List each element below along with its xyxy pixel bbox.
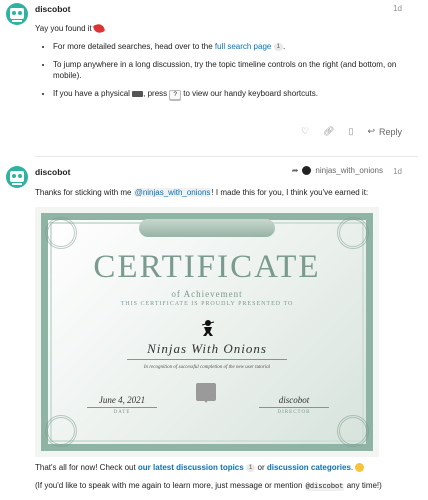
certificate-subtitle: of Achievement [171,289,243,299]
certificate-presented-text: THIS CERTIFICATE IS PROUDLY PRESENTED TO [120,301,294,307]
corner-ornament-icon [45,415,77,447]
name-underline [127,359,287,360]
intro-text: Yay you found it [35,24,92,33]
list-item: To jump anywhere in a long discussion, t… [53,59,418,81]
recipient-name: Ninjas With Onions [147,341,267,356]
reply-to-username: ninjas_with_onions [315,166,383,175]
certificate-image[interactable]: CERTIFICATE of Achievement THIS CERTIFIC… [35,207,379,457]
discobot-avatar[interactable] [6,3,28,25]
link-count-badge: 1 [245,463,256,472]
post-actions: ♡ 🔗︎ ▯ ↩ Reply [301,126,402,137]
corner-ornament-icon [337,217,369,249]
list-item: If you have a physical , press ? to view… [53,88,418,100]
date-line [87,407,157,408]
latest-topics-link[interactable]: our latest discussion topics [138,463,244,472]
post-body-intro: Thanks for sticking with me @ninjas_with… [35,188,369,197]
list-item: For more detailed searches, head over to… [53,41,418,52]
question-mark-key: ? [169,90,182,100]
bookmark-icon[interactable]: ▯ [348,126,353,137]
certificate-title: CERTIFICATE [93,249,321,285]
post-username[interactable]: discobot [35,167,70,177]
recognition-text: In recognition of successful completion … [143,365,271,370]
closing-text: That's all for now! Check out our latest… [35,462,418,473]
ninja-avatar-icon [302,166,312,175]
ninja-logo-icon [201,320,215,336]
user-mention-link[interactable]: @ninjas_with_onions [133,188,212,197]
full-search-link[interactable]: full search page [215,42,271,51]
post-age[interactable]: 1d [393,167,402,176]
reply-to-indicator[interactable]: ➦ ninjas_with_onions [292,166,383,175]
keyboard-icon [132,90,144,97]
link-count-badge: 1 [273,42,283,51]
categories-link[interactable]: discussion categories [267,463,351,472]
certificate-date: June 4, 2021 [98,395,146,405]
date-label: DATE [113,410,131,415]
ribbon-decoration [139,219,275,237]
help-text: (If you'd like to speak with me again to… [35,481,382,491]
signer-line [259,407,329,408]
post-body: Yay you found it For more detailed searc… [35,22,418,107]
post-divider [35,156,418,157]
reply-arrow-icon: ↩ [367,126,375,136]
seal-icon [196,383,216,403]
certificate-signer: discobot [278,395,310,405]
post-age[interactable]: 1d [393,4,402,13]
reply-label: Reply [378,126,402,137]
discobot-avatar[interactable] [6,166,28,188]
party-emoji-icon [92,22,106,35]
tips-list: For more detailed searches, head over to… [35,41,418,100]
like-heart-icon[interactable]: ♡ [301,126,309,137]
link-icon[interactable]: 🔗︎ [323,126,334,137]
corner-ornament-icon [337,415,369,447]
discobot-mention[interactable]: @discobot [304,483,345,491]
post-username[interactable]: discobot [35,4,70,14]
sunglasses-emoji-icon [355,463,365,473]
corner-ornament-icon [45,217,77,249]
reply-arrow-icon: ➦ [291,166,299,175]
reply-button[interactable]: ↩ Reply [367,126,402,137]
signer-label: DIRECTOR [277,410,311,415]
